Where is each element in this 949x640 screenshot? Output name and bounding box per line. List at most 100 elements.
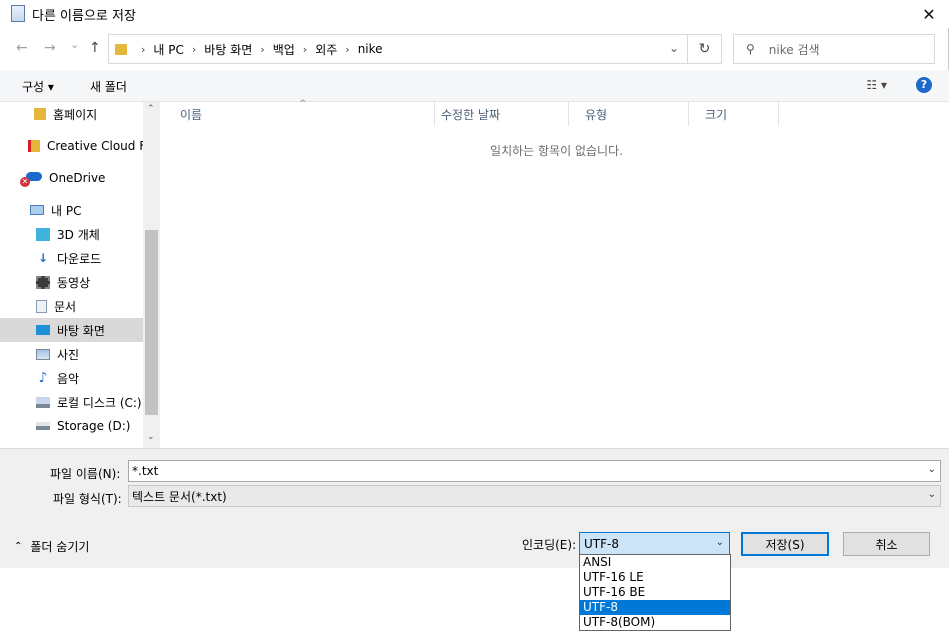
folder-icon [115,43,127,55]
save-button[interactable]: 저장(S) [741,532,829,556]
nav-item-label: 다운로드 [57,251,102,266]
breadcrumb-desktop[interactable]: 바탕 화면 [204,41,252,58]
nav-item-label: 내 PC [51,203,82,218]
nav-item-documents[interactable]: 문서 [0,294,143,318]
nav-item-label: 바탕 화면 [57,323,105,338]
chevron-up-icon: ⌃ [14,541,23,552]
navigation-pane: 홈페이지 Creative Cloud Fil ✕ OneDrive 내 PC … [0,102,160,448]
nav-item-storage-d[interactable]: Storage (D:) [0,414,143,438]
address-row: ← → ⌄ ↑ › 내 PC › 바탕 화면 › 백업 › 외주 › nike … [0,32,949,66]
search-icon: ⚲ [746,42,755,56]
download-icon: ↓ [37,250,49,265]
nav-item-homepage[interactable]: 홈페이지 [0,102,143,126]
encoding-dropdown-button[interactable]: ⌄ [716,537,724,548]
cube-icon [36,227,50,241]
nav-item-pictures[interactable]: 사진 [0,342,143,366]
command-bar: 구성 ▾ 새 폴더 ☷ ▾ ? [0,70,949,102]
nav-item-downloads[interactable]: ↓ 다운로드 [0,246,143,270]
up-button[interactable]: ↑ [89,40,101,56]
recent-locations-dropdown[interactable]: ⌄ [70,38,79,51]
breadcrumb-separator[interactable]: › [345,43,349,56]
nav-item-onedrive[interactable]: ✕ OneDrive [0,166,143,190]
hide-folders-button[interactable]: ⌃ 폴더 숨기기 [14,538,89,555]
breadcrumb-my-pc[interactable]: 내 PC [153,41,183,58]
column-header-date-modified[interactable]: 수정한 날짜 [425,102,569,126]
nav-item-label: 음악 [57,371,80,386]
nav-item-music[interactable]: ♪ 음악 [0,366,143,390]
drive-icon [36,422,50,430]
encoding-select[interactable]: UTF-8 ⌄ [579,532,730,555]
breadcrumb-outsourcing[interactable]: 외주 [315,41,337,58]
empty-folder-message: 일치하는 항목이 없습니다. [490,144,623,158]
new-folder-button[interactable]: 새 폴더 [90,78,127,95]
file-list[interactable]: ^ 이름 수정한 날짜 유형 크기 일치하는 항목이 없습니다. [164,99,949,448]
encoding-label: 인코딩(E): [522,538,577,552]
nav-item-label: OneDrive [49,171,106,185]
organize-menu[interactable]: 구성 ▾ [22,78,54,95]
filename-value: *.txt [132,464,159,478]
view-options-button[interactable]: ☷ ▾ [866,78,887,92]
document-icon [36,299,47,313]
scrollbar-thumb[interactable] [145,230,158,415]
forward-button[interactable]: → [44,40,56,56]
encoding-option-utf8[interactable]: UTF-8 [580,600,730,615]
filename-input[interactable]: *.txt ⌄ [128,460,941,482]
computer-icon [30,205,44,215]
filetype-value: 텍스트 문서(*.txt) [132,489,227,504]
back-button[interactable]: ← [16,40,28,56]
music-icon: ♪ [38,369,48,386]
encoding-option-utf16be[interactable]: UTF-16 BE [580,585,730,600]
onedrive-icon: ✕ [20,171,42,187]
breadcrumb-nike[interactable]: nike [358,42,383,56]
nav-item-desktop[interactable]: 바탕 화면 [0,318,143,342]
breadcrumb-separator[interactable]: › [192,43,196,56]
refresh-button[interactable]: ↻ [687,35,721,63]
nav-pane-scrollbar[interactable]: ⌃ ⌄ [143,102,160,448]
nav-item-creative-cloud[interactable]: Creative Cloud Fil [0,134,143,158]
nav-item-videos[interactable]: 동영상 [0,270,143,294]
drive-icon [36,396,50,408]
nav-item-3d-objects[interactable]: 3D 개체 [0,222,143,246]
filename-label: 파일 이름(N): [50,467,121,481]
cancel-button[interactable]: 취소 [843,532,930,556]
breadcrumb-separator[interactable]: › [303,43,307,56]
nav-item-label: Creative Cloud Fil [47,139,143,153]
encoding-option-ansi[interactable]: ANSI [580,555,730,570]
encoding-option-utf16le[interactable]: UTF-16 LE [580,570,730,585]
column-header-size[interactable]: 크기 [689,102,779,126]
save-as-dialog: 다른 이름으로 저장 ✕ ← → ⌄ ↑ › 내 PC › 바탕 화면 › 백업… [0,0,949,568]
nav-item-label: 홈페이지 [53,107,98,122]
column-header-type[interactable]: 유형 [569,102,689,126]
breadcrumb-backup[interactable]: 백업 [273,41,295,58]
encoding-option-utf8-bom[interactable]: UTF-8(BOM) [580,615,730,630]
scroll-up-button[interactable]: ⌃ [147,104,155,114]
help-icon[interactable]: ? [916,77,932,93]
nav-item-label: 문서 [54,299,77,314]
folder-icon [34,108,46,120]
dialog-title: 다른 이름으로 저장 [32,9,136,24]
save-options-panel: 파일 이름(N): *.txt ⌄ 파일 형식(T): 텍스트 문서(*.txt… [0,448,949,568]
scroll-down-button[interactable]: ⌄ [147,432,155,442]
search-input[interactable]: ⚲ nike 검색 [733,34,935,64]
encoding-dropdown-list: ANSI UTF-16 LE UTF-16 BE UTF-8 UTF-8(BOM… [579,554,731,631]
breadcrumb-separator[interactable]: › [260,43,264,56]
filetype-label: 파일 형식(T): [53,492,122,506]
filename-dropdown-button[interactable]: ⌄ [928,464,936,475]
column-header-name[interactable]: 이름 [164,102,435,126]
close-button[interactable]: ✕ [909,0,949,28]
nav-item-label: Storage (D:) [57,419,131,433]
filetype-dropdown-button[interactable]: ⌄ [928,489,936,500]
breadcrumb-separator: › [141,42,146,56]
nav-item-my-pc[interactable]: 내 PC [0,198,143,222]
address-dropdown-button[interactable]: ⌄ [669,41,679,55]
nav-item-label: 로컬 디스크 (C:) [57,395,142,410]
search-placeholder: nike 검색 [768,42,820,57]
title-bar: 다른 이름으로 저장 ✕ [0,0,949,28]
nav-item-local-disk-c[interactable]: 로컬 디스크 (C:) [0,390,143,414]
desktop-icon [36,325,50,335]
video-icon [36,275,50,289]
filetype-select[interactable]: 텍스트 문서(*.txt) ⌄ [128,485,941,507]
address-bar[interactable]: › 내 PC › 바탕 화면 › 백업 › 외주 › nike ⌄ ↻ [108,34,722,64]
hide-folders-label: 폴더 숨기기 [30,540,90,554]
notepad-icon [11,5,25,22]
